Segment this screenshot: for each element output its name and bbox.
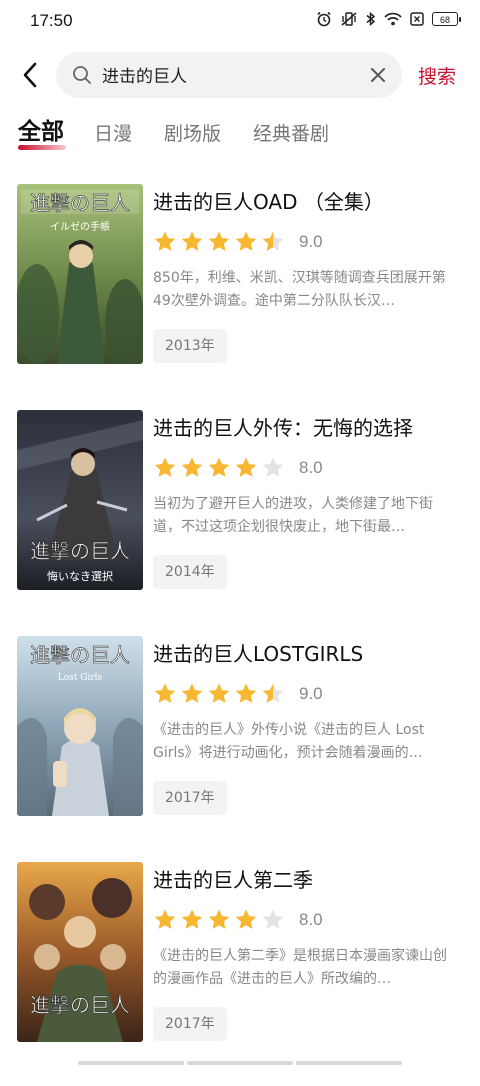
star-icon: [235, 909, 257, 929]
poster-title: 進撃の巨人: [30, 643, 130, 667]
rating: 8.0: [153, 456, 323, 479]
star-icon: [262, 909, 284, 929]
item-title[interactable]: 进击的巨人外传：无悔的选择: [153, 412, 413, 441]
result-item[interactable]: 進撃の巨人 Lost Girls 进击的巨人LOSTGIRLS 9.0 《进击的…: [0, 634, 480, 860]
search-button[interactable]: 搜索: [418, 62, 456, 89]
poster-subtitle: Lost Girls: [58, 673, 103, 683]
mute-vibrate-icon: [340, 11, 358, 27]
rating: 8.0: [153, 908, 323, 931]
star-icon: [181, 683, 203, 703]
item-description: 《进击的巨人》外传小说《进击的巨人 Lost Girls》将进行动画化，预计会随…: [153, 722, 425, 761]
back-button[interactable]: [14, 58, 46, 92]
search-input[interactable]: [102, 64, 352, 84]
rating: 9.0: [153, 682, 323, 705]
star-icon: [181, 231, 203, 251]
tab-label: 日漫: [94, 123, 133, 145]
status-icons: 68: [316, 11, 461, 27]
scroll-indicator: [78, 1061, 402, 1065]
wifi-icon: [384, 12, 402, 26]
poster-image[interactable]: 進撃の巨人 悔いなき選択: [17, 410, 143, 590]
year-badge: 2014年: [153, 555, 227, 589]
star-icon: [154, 909, 176, 929]
star-icon: [208, 457, 230, 477]
poster-title: 進撃の巨人: [30, 191, 130, 215]
year-badge: 2017年: [153, 1007, 227, 1041]
rating-score: 8.0: [299, 457, 323, 477]
poster-image[interactable]: 進撃の巨人 イルゼの手帳: [17, 184, 143, 364]
close-icon[interactable]: [368, 65, 388, 85]
tab-all[interactable]: 全部: [18, 112, 66, 152]
rating-score: 9.0: [299, 683, 323, 703]
year-badge: 2013年: [153, 329, 227, 363]
star-icon: [235, 457, 257, 477]
poster-subtitle: イルゼの手帳: [50, 220, 110, 233]
tab-label: 全部: [18, 119, 64, 145]
tab-japanese-anime[interactable]: 日漫: [94, 119, 132, 152]
tab-label: 经典番剧: [253, 123, 330, 145]
star-icon: [154, 231, 176, 251]
star-icon: [208, 231, 230, 251]
chevron-left-icon: [23, 62, 37, 88]
poster-subtitle: 悔いなき選択: [47, 569, 113, 583]
item-description: 当初为了避开巨人的进攻，人类修建了地下街道，不过这项企划很快废止，地下街最…: [153, 496, 433, 535]
tab-label: 剧场版: [164, 123, 222, 145]
result-item[interactable]: 進撃の巨人 悔いなき選択 进击的巨人外传：无悔的选择 8.0 当初为了避开巨人的…: [0, 408, 480, 634]
result-item[interactable]: 進撃の巨人 进击的巨人第二季 8.0 《进击的巨人第二季》是根据日本漫画家谏山创…: [0, 860, 480, 1086]
poster-title: 進撃の巨人: [30, 539, 130, 563]
star-icon: [154, 457, 176, 477]
alarm-icon: [316, 11, 332, 27]
poster-image[interactable]: 進撃の巨人 Lost Girls: [17, 636, 143, 816]
item-title[interactable]: 进击的巨人OAD （全集）: [153, 186, 384, 215]
star-icon: [235, 683, 257, 703]
star-icon: [181, 457, 203, 477]
tab-movies[interactable]: 剧场版: [164, 119, 221, 152]
star-rating: [153, 682, 285, 705]
bluetooth-icon: [366, 11, 376, 27]
item-description: 《进击的巨人第二季》是根据日本漫画家谏山创的漫画作品《进击的巨人》所改编的…: [153, 948, 447, 987]
result-list: 進撃の巨人 イルゼの手帳 进击的巨人OAD （全集） 9.0 850年，利维、米…: [0, 182, 480, 1086]
status-time: 17:50: [30, 11, 73, 30]
star-icon: [208, 683, 230, 703]
tab-classic-series[interactable]: 经典番剧: [253, 119, 329, 152]
star-icon: [154, 683, 176, 703]
sim-off-icon: [410, 12, 424, 26]
category-tabs: 全部 日漫 剧场版 经典番剧: [18, 112, 361, 152]
item-title[interactable]: 进击的巨人第二季: [153, 864, 313, 893]
star-icon: [208, 909, 230, 929]
battery-icon: 68: [432, 12, 461, 26]
star-icon: [262, 231, 284, 251]
year-badge: 2017年: [153, 781, 227, 815]
poster-image[interactable]: 進撃の巨人: [17, 862, 143, 1042]
search-icon: [73, 66, 91, 84]
star-rating: [153, 908, 285, 931]
item-title[interactable]: 进击的巨人LOSTGIRLS: [153, 638, 363, 667]
poster-title: 進撃の巨人: [30, 993, 130, 1017]
star-icon: [262, 683, 284, 703]
star-icon: [235, 231, 257, 251]
rating-score: 9.0: [299, 231, 323, 251]
status-bar: 17:50 68: [0, 0, 480, 42]
item-description: 850年，利维、米凯、汉琪等随调查兵团展开第49次壁外调查。途中第二分队队长汉…: [153, 270, 446, 309]
star-rating: [153, 456, 285, 479]
active-tab-indicator: [18, 145, 66, 150]
search-box[interactable]: [56, 52, 402, 98]
search-row: 搜索: [0, 52, 480, 98]
rating: 9.0: [153, 230, 323, 253]
rating-score: 8.0: [299, 909, 323, 929]
star-icon: [262, 457, 284, 477]
star-rating: [153, 230, 285, 253]
result-item[interactable]: 進撃の巨人 イルゼの手帳 进击的巨人OAD （全集） 9.0 850年，利维、米…: [0, 182, 480, 408]
star-icon: [181, 909, 203, 929]
